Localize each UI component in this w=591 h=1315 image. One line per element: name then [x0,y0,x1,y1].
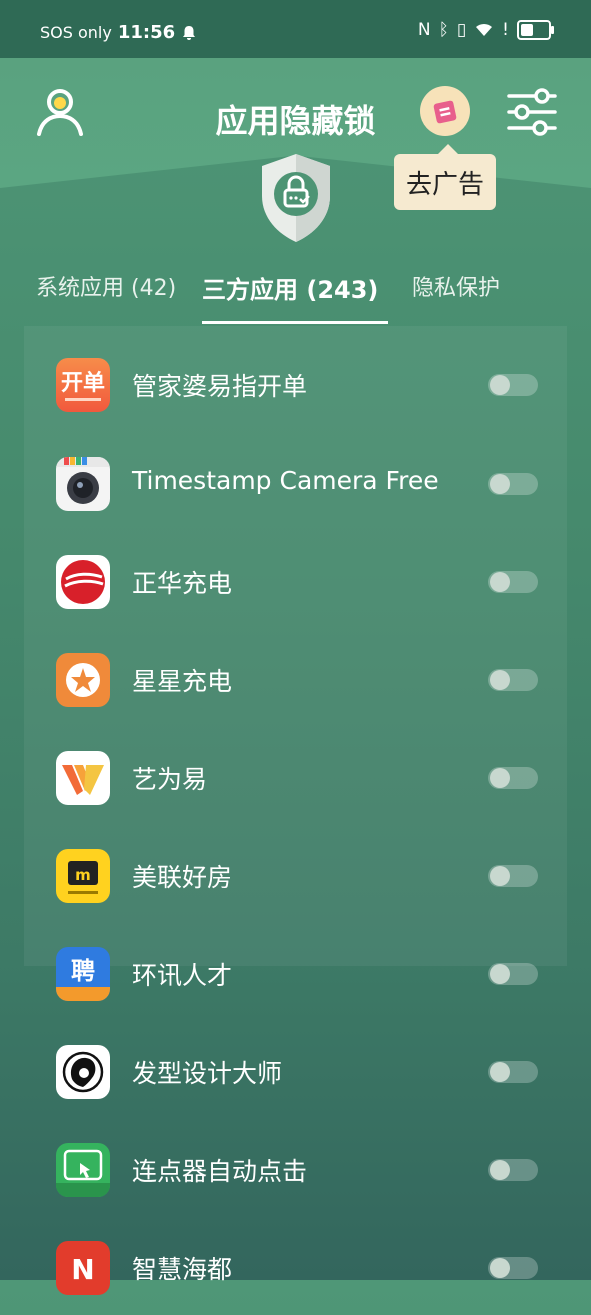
hide-toggle[interactable] [488,1257,538,1279]
app-name: Timestamp Camera Free [132,466,439,495]
wifi-icon [476,23,493,36]
auto-clicker-icon [56,1149,110,1197]
app-icon [56,555,110,609]
shield-lock-icon [262,154,330,242]
svg-text:m: m [75,866,91,884]
clock: 11:56 [117,22,176,43]
toggle-knob [490,670,510,690]
app-icon: 开单 [56,358,110,412]
remove-ads-tooltip[interactable]: 去广告 [394,144,496,210]
toggle-knob [490,1258,510,1278]
app-icon [56,457,110,511]
smart-haidu-icon: N [71,1253,94,1286]
list-item[interactable]: 开单 管家婆易指开单 [0,334,591,432]
app-icon [56,1143,110,1197]
app-icon: m [56,849,110,903]
hide-toggle[interactable] [488,571,538,593]
svg-text:开单: 开单 [61,371,105,396]
ad-gift-icon [433,100,457,124]
tab-system-apps[interactable]: 系统应用 (42) [36,270,176,302]
toggle-knob [490,768,510,788]
app-name: 管家婆易指开单 [132,372,308,401]
toggle-knob [490,572,510,592]
app-name: 发型设计大师 [132,1059,283,1088]
app-icon [56,1045,110,1099]
app-name: 智慧海都 [132,1255,233,1284]
toggle-knob [490,1160,510,1180]
camera-app-icon [56,457,110,504]
app-name: 星星充电 [132,667,233,696]
svg-text:聘: 聘 [71,957,95,985]
app-name: 环讯人才 [132,961,233,990]
app-icon: 聘 [56,947,110,1001]
list-item[interactable]: 聘 环讯人才 [0,923,591,1021]
list-item[interactable]: 发型设计大师 [0,1021,591,1119]
status-bar: SOS only 11:56 N ᛒ ▯ ! [0,0,591,58]
hide-toggle[interactable] [488,374,538,396]
app-name: 美联好房 [132,863,233,892]
tab-privacy-protection[interactable]: 隐私保护 [412,270,500,302]
list-item[interactable]: 星星充电 [0,629,591,727]
toggle-knob [490,375,510,395]
shield-lock-emblem [258,152,334,244]
tab-bar: 系统应用 (42) 三方应用 (243) 隐私保护 [0,262,591,326]
huanxun-talent-icon: 聘 [56,957,110,1001]
list-item[interactable]: N 智慧海都 [0,1217,591,1315]
app-name: 连点器自动点击 [132,1157,308,1186]
alert-icon: ! [502,20,509,40]
yiweiyi-app-icon [62,765,104,795]
hairstyle-app-icon [62,1051,104,1093]
svg-text:N: N [71,1253,94,1286]
settings-button[interactable] [506,88,558,136]
tab-third-party-apps[interactable]: 三方应用 (243) [202,270,378,305]
hide-toggle[interactable] [488,473,538,495]
page-title: 应用隐藏锁 [215,102,376,140]
app-icon [56,653,110,707]
app-icon [56,751,110,805]
battery-icon [517,20,554,40]
nfc-icon: N [417,20,431,40]
hide-toggle[interactable] [488,1061,538,1083]
remove-ads-button[interactable] [420,86,470,136]
star-charge-icon [66,663,100,697]
hide-toggle[interactable] [488,963,538,985]
toggle-knob [490,866,510,886]
list-item[interactable]: 艺为易 [0,727,591,825]
hide-toggle[interactable] [488,669,538,691]
app-icon: N [56,1241,110,1295]
status-left: SOS only 11:56 [40,22,197,43]
hide-toggle[interactable] [488,1159,538,1181]
toggle-knob [490,964,510,984]
list-item[interactable]: 连点器自动点击 [0,1119,591,1217]
list-item[interactable]: 正华充电 [0,531,591,629]
toggle-knob [490,1062,510,1082]
list-item[interactable]: m 美联好房 [0,825,591,923]
kaidan-app-icon: 开单 [61,371,105,401]
bluetooth-icon: ᛒ [438,20,449,40]
hide-toggle[interactable] [488,767,538,789]
list-item[interactable]: Timestamp Camera Free [0,433,591,531]
zhenghua-charge-icon [61,560,105,604]
active-tab-indicator [202,321,388,324]
toggle-knob [490,474,510,494]
bell-icon [183,25,196,40]
hide-toggle[interactable] [488,865,538,887]
vibrate-icon: ▯ [456,20,467,40]
status-right: N ᛒ ▯ ! [417,20,554,40]
app-name: 艺为易 [132,765,208,794]
app-name: 正华充电 [132,569,233,598]
settings-sliders-icon [507,88,557,136]
meilian-house-icon: m [68,861,98,894]
carrier-text: SOS only [40,23,112,42]
